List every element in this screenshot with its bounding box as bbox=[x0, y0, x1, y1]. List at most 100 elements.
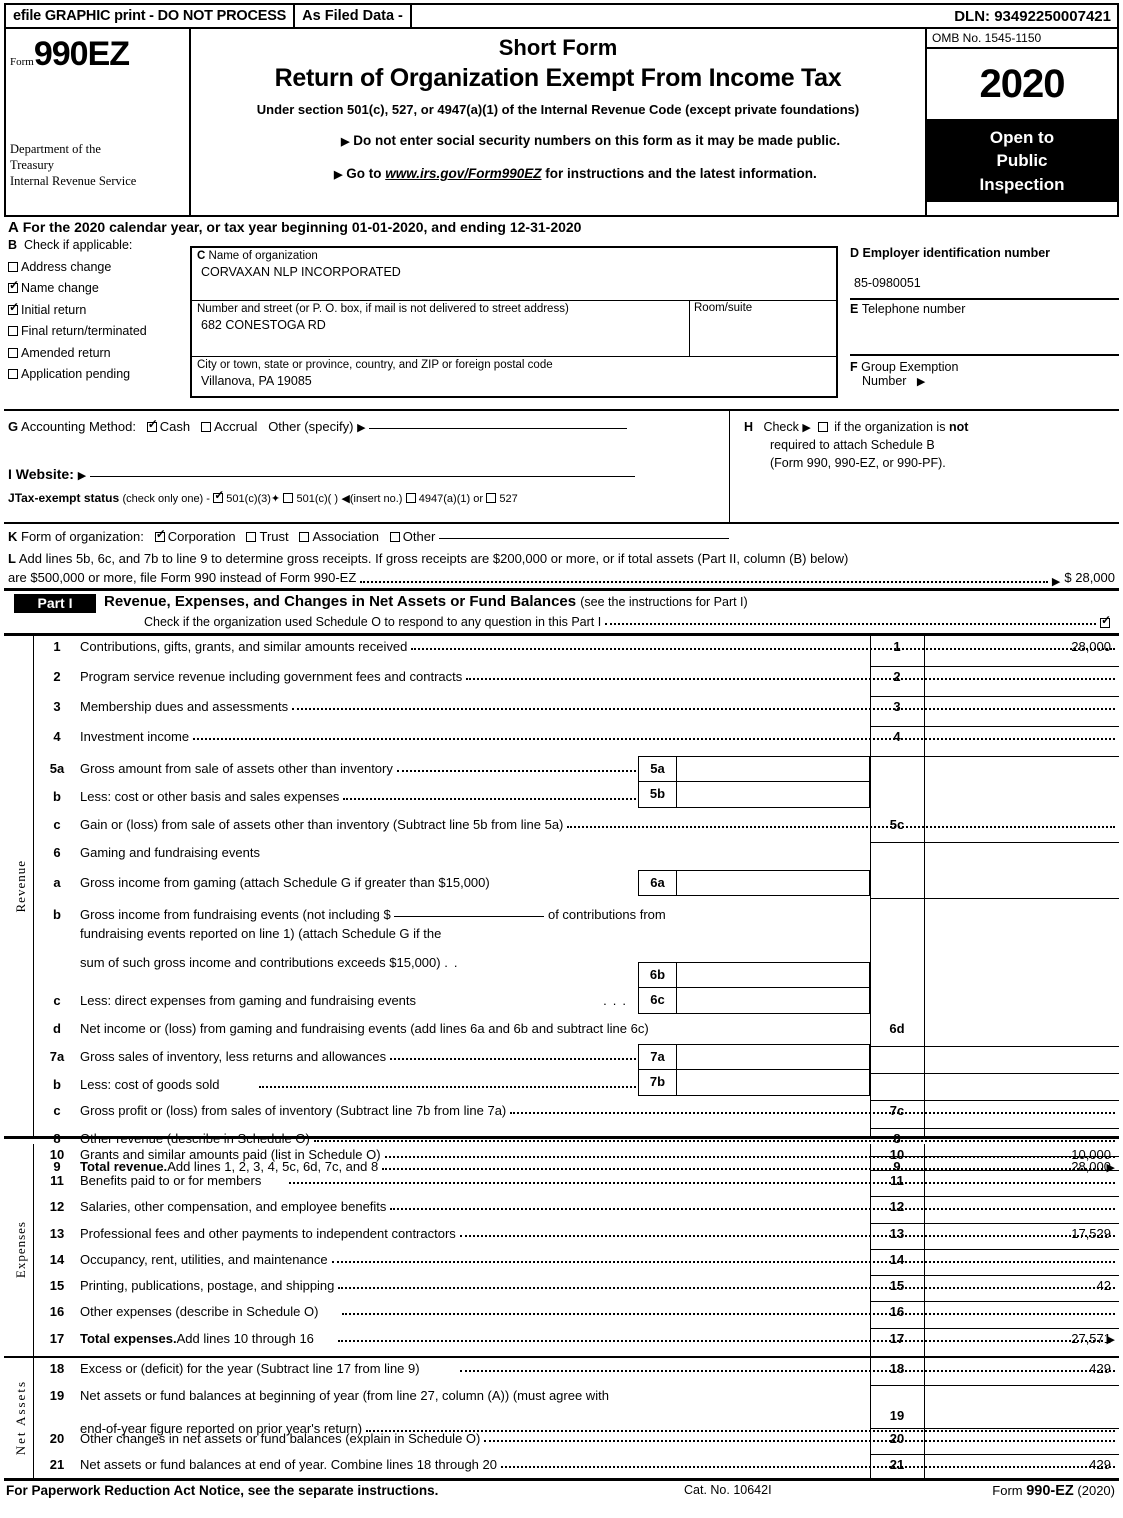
corporation-checkbox-icon[interactable] bbox=[154, 528, 166, 542]
schedule-o-checkbox-icon[interactable] bbox=[1100, 614, 1111, 628]
initial-return-checkbox-icon[interactable] bbox=[8, 301, 19, 315]
line-text: Gross income from gaming (attach Schedul… bbox=[80, 875, 490, 890]
part-1-badge: Part I bbox=[14, 594, 96, 613]
line-number: 6 bbox=[53, 845, 61, 860]
line-amount[interactable] bbox=[924, 1170, 1119, 1173]
other-org-checkbox-icon[interactable] bbox=[389, 532, 400, 542]
checkbox-application-pending[interactable]: Application pending bbox=[8, 367, 186, 381]
status-501c-checkbox-icon[interactable] bbox=[283, 493, 294, 503]
organization-name-value[interactable]: CORVAXAN NLP INCORPORATED bbox=[197, 265, 831, 279]
final-return-checkbox-icon[interactable] bbox=[8, 326, 18, 336]
line-amount[interactable] bbox=[924, 1428, 1119, 1431]
other-org-value[interactable] bbox=[438, 538, 729, 539]
table-row: 6 Gaming and fundraising events bbox=[34, 842, 1119, 860]
schedule-b-not-required-checkbox-icon[interactable] bbox=[817, 422, 828, 432]
status-501c3-checkbox-icon[interactable] bbox=[213, 489, 224, 503]
accounting-other-value[interactable] bbox=[369, 428, 628, 429]
application-pending-checkbox-icon[interactable] bbox=[8, 369, 18, 379]
checkbox-initial-return[interactable]: Initial return bbox=[8, 301, 186, 317]
checkbox-address-change[interactable]: Address change bbox=[8, 260, 186, 274]
irs-form990ez-link[interactable]: www.irs.gov/Form990EZ bbox=[385, 166, 541, 181]
dln-label: DLN: 93492250007421 bbox=[954, 7, 1111, 25]
line-text: Net income or (loss) from gaming and fun… bbox=[80, 1021, 649, 1036]
line-cell-number: 16 bbox=[889, 1304, 905, 1319]
paperwork-reduction-notice: For Paperwork Reduction Act Notice, see … bbox=[6, 1483, 439, 1498]
website-value[interactable] bbox=[90, 476, 636, 477]
inner-box-amount[interactable] bbox=[677, 1070, 869, 1095]
line-amount[interactable] bbox=[924, 1405, 1119, 1408]
line-amount[interactable] bbox=[924, 1301, 1119, 1304]
section-l-amount[interactable]: 28,000 bbox=[1075, 569, 1115, 588]
line-amount[interactable]: 10,000 bbox=[924, 1144, 1119, 1162]
line-amount[interactable] bbox=[924, 814, 1119, 817]
line-cell-number: 19 bbox=[889, 1408, 905, 1423]
line-amount[interactable] bbox=[924, 1249, 1119, 1252]
line-amount[interactable] bbox=[924, 726, 1119, 729]
ein-value[interactable]: 85-0980051 bbox=[850, 276, 1119, 290]
trust-checkbox-icon[interactable] bbox=[246, 532, 257, 542]
status-527-checkbox-icon[interactable] bbox=[486, 493, 497, 503]
form-990ez-page: efile GRAPHIC print - DO NOT PROCESS As … bbox=[0, 0, 1123, 1518]
line-amount[interactable] bbox=[924, 666, 1119, 669]
line-6b-row-1: Gross income from fundraising events (no… bbox=[80, 907, 1119, 922]
checkbox-amended-return[interactable]: Amended return bbox=[8, 346, 186, 360]
line-a-begin-date[interactable]: 01-01-2020 bbox=[352, 219, 424, 235]
line-a-tax-year: A For the 2020 calendar year, or tax yea… bbox=[4, 219, 1119, 236]
checkbox-final-return[interactable]: Final return/terminated bbox=[8, 324, 186, 338]
accrual-checkbox-icon[interactable] bbox=[200, 422, 211, 432]
line-amount[interactable]: 27,571 bbox=[924, 1328, 1119, 1346]
scribble-artifact-icon: ✦ bbox=[270, 493, 281, 505]
line-number: d bbox=[53, 1021, 61, 1036]
city-state-zip-value[interactable]: Villanova, PA 19085 bbox=[197, 374, 831, 388]
amended-return-checkbox-icon[interactable] bbox=[8, 347, 18, 358]
dot-leader bbox=[313, 1133, 1115, 1142]
inner-box-amount[interactable] bbox=[677, 988, 869, 1013]
section-h-line-3: (Form 990, 990-EZ, or 990-PF). bbox=[770, 456, 946, 471]
section-k-form-of-organization: K Form of organization: Corporation Trus… bbox=[8, 528, 1115, 544]
line-text: Investment income bbox=[80, 729, 190, 744]
association-checkbox-icon[interactable] bbox=[299, 532, 310, 542]
dept-line-2: Treasury bbox=[10, 158, 54, 172]
inner-box-amount[interactable] bbox=[677, 1045, 869, 1069]
department-block: Department of the Treasury Internal Reve… bbox=[10, 141, 136, 189]
cash-checkbox-icon[interactable] bbox=[146, 418, 158, 432]
dept-line-1: Department of the bbox=[10, 142, 101, 156]
checkbox-name-change[interactable]: Name change bbox=[8, 279, 186, 295]
insert-no-label: (insert no.) bbox=[349, 493, 403, 505]
name-change-checkbox-icon[interactable] bbox=[8, 279, 19, 293]
line-a-end-date[interactable]: 12-31-2020 bbox=[510, 219, 582, 235]
line-6b-blank-field[interactable] bbox=[394, 916, 545, 917]
inner-box-6c: 6c bbox=[638, 988, 870, 1014]
status-501c3-label: 501(c)(3) bbox=[226, 493, 271, 505]
inner-box-amount[interactable] bbox=[677, 871, 869, 895]
section-d-ein: D Employer identification number 85-0980… bbox=[850, 246, 1119, 298]
line-amount[interactable]: 429 bbox=[924, 1454, 1119, 1472]
inner-box-amount[interactable] bbox=[677, 782, 869, 807]
website-arrow-icon: ▶ bbox=[77, 470, 87, 482]
address-change-checkbox-icon[interactable] bbox=[8, 261, 18, 272]
status-4947a1-checkbox-icon[interactable] bbox=[405, 493, 416, 503]
line-text: Professional fees and other payments to … bbox=[80, 1226, 456, 1241]
line-amount[interactable] bbox=[924, 696, 1119, 699]
line-amount[interactable]: 17,529 bbox=[924, 1223, 1119, 1241]
line-a-text-pre: For the 2020 calendar year, or tax year … bbox=[22, 219, 348, 235]
line-amount[interactable]: 28,000 bbox=[924, 636, 1119, 654]
line-amount[interactable] bbox=[924, 1018, 1119, 1021]
inner-box-amount[interactable] bbox=[677, 963, 869, 987]
line-cell-number: 12 bbox=[889, 1199, 905, 1214]
section-l-dot-leader bbox=[360, 574, 1048, 583]
section-f-group-exemption: F Group Exemption Number ▶ bbox=[850, 354, 1119, 398]
schedule-o-check-row: Check if the organization used Schedule … bbox=[144, 614, 1113, 629]
inner-box-amount[interactable] bbox=[677, 757, 869, 781]
row-divider bbox=[870, 1073, 1119, 1074]
line-text: Program service revenue including govern… bbox=[80, 669, 463, 684]
line-amount[interactable] bbox=[924, 1196, 1119, 1199]
line-amount[interactable]: 42 bbox=[924, 1275, 1119, 1293]
row-divider bbox=[870, 1100, 1119, 1101]
dot-leader bbox=[289, 1175, 1115, 1184]
line-number: 16 bbox=[49, 1304, 65, 1319]
section-c-address-box: C Name of organization CORVAXAN NLP INCO… bbox=[190, 246, 838, 398]
section-d-letter: D bbox=[850, 246, 860, 260]
ein-caption-text: Employer identification number bbox=[862, 246, 1051, 260]
line-amount[interactable]: 429 bbox=[924, 1358, 1119, 1376]
